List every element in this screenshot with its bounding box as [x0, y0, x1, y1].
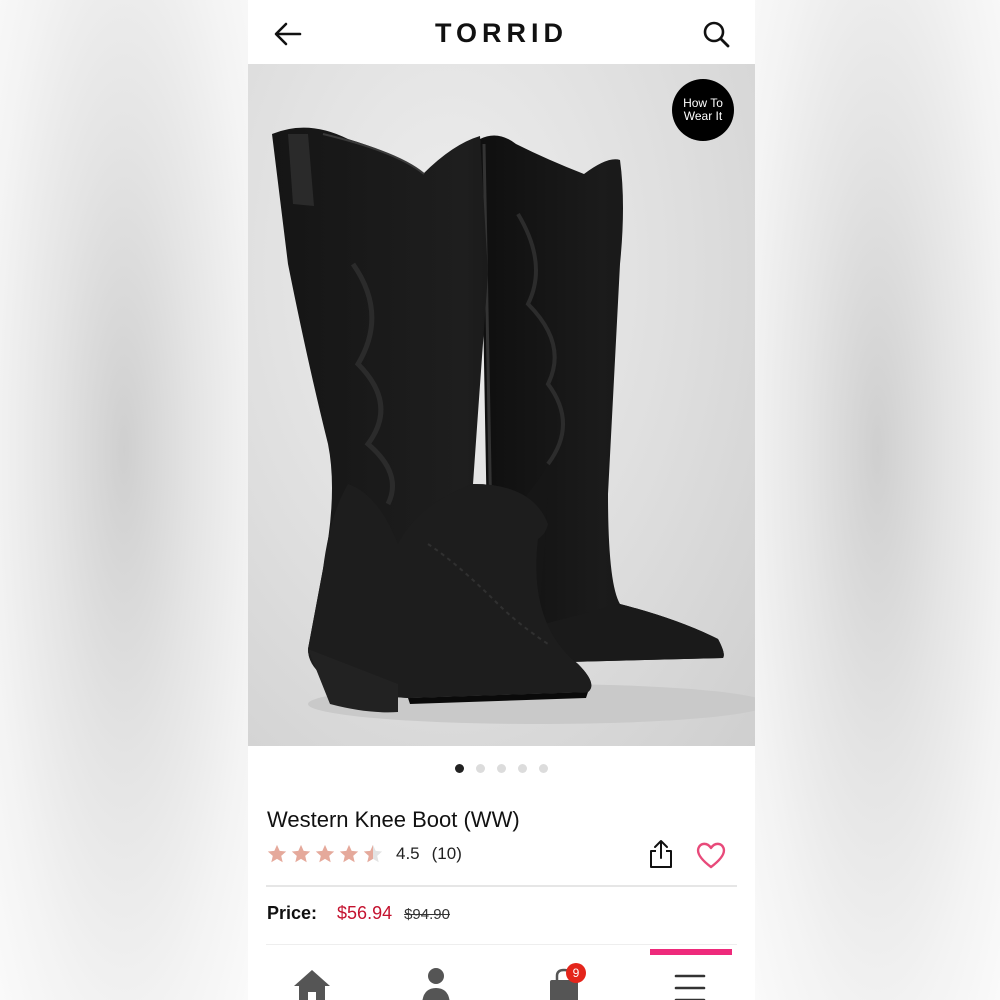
rating-value: 4.5 [396, 844, 420, 863]
search-button[interactable] [701, 18, 733, 50]
nav-menu[interactable] [668, 966, 712, 1000]
star-icon [291, 844, 311, 863]
background-blur-left [0, 0, 248, 1000]
account-icon [422, 968, 450, 1000]
half-star-icon [363, 844, 383, 863]
pagination-dot[interactable] [539, 764, 548, 773]
divider [266, 944, 737, 945]
star-icon [339, 844, 359, 863]
search-icon [703, 21, 730, 48]
menu-icon [674, 974, 706, 1000]
pagination-dot[interactable] [455, 764, 464, 773]
badge-line-2: Wear It [683, 109, 723, 123]
product-title: Western Knee Boot (WW) [267, 807, 520, 832]
how-to-wear-it-button[interactable]: How To Wear It [672, 79, 734, 141]
product-image[interactable]: How To Wear It [248, 64, 755, 746]
pagination-dot[interactable] [497, 764, 506, 773]
image-pagination [248, 760, 755, 773]
share-icon [650, 840, 672, 868]
home-icon [294, 970, 330, 1000]
star-rating [266, 843, 386, 865]
bottom-nav: 9 [248, 958, 755, 1000]
share-button[interactable] [647, 838, 675, 870]
sale-price: $56.94 [337, 903, 393, 923]
price-label: Price: [267, 903, 318, 923]
promo-banner-edge[interactable] [650, 949, 732, 955]
nav-cart[interactable]: 9 [542, 963, 586, 1000]
original-price: $94.90 [404, 906, 450, 923]
background-blur-right [755, 0, 1000, 1000]
divider [266, 885, 737, 887]
wishlist-button[interactable] [695, 840, 727, 870]
phone-screen: TORRID How To Wear It Western Knee Boot … [248, 0, 755, 1000]
rating-row[interactable]: 4.5 (10) [266, 841, 462, 867]
nav-account[interactable] [414, 966, 458, 1000]
app-header: TORRID [248, 0, 755, 64]
pagination-dot[interactable] [518, 764, 527, 773]
star-icon [267, 844, 287, 863]
pagination-dot[interactable] [476, 764, 485, 773]
cart-count-badge: 9 [566, 963, 586, 983]
price-row: Price: $56.94 $94.90 [267, 903, 450, 924]
nav-home[interactable] [290, 966, 334, 1000]
boots-photo [272, 127, 755, 724]
brand-logo[interactable]: TORRID [248, 18, 755, 49]
star-icon [315, 844, 335, 863]
heart-icon [696, 842, 726, 869]
review-count[interactable]: (10) [432, 844, 462, 864]
